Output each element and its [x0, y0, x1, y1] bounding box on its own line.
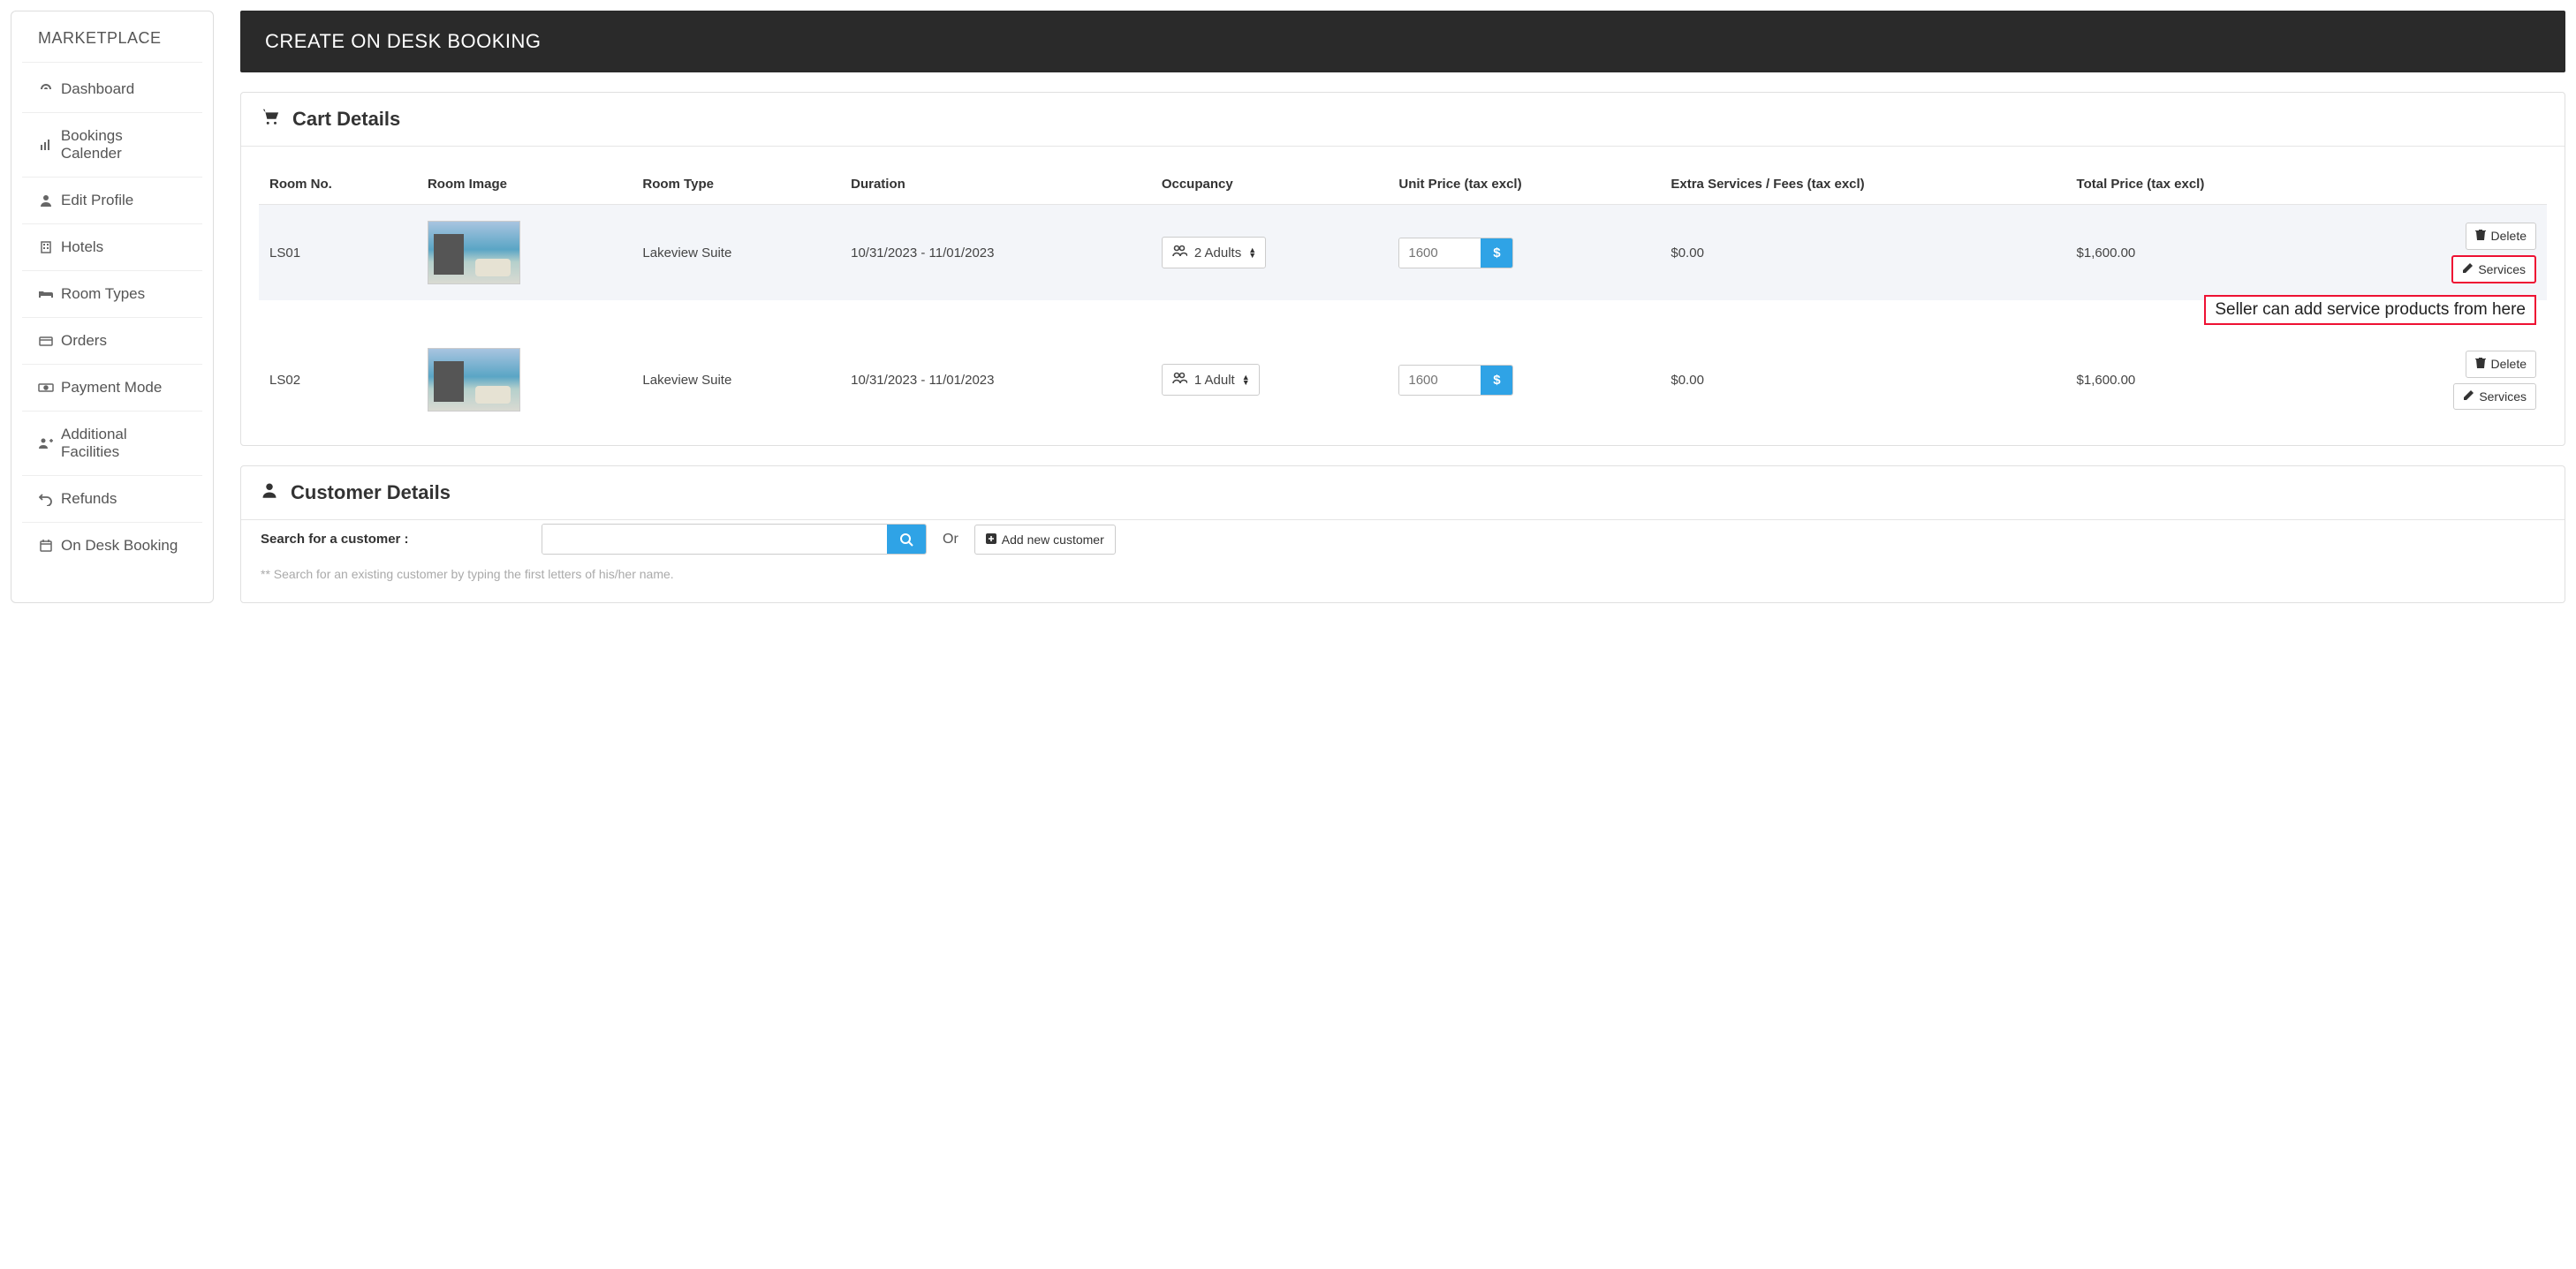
- cell-extra: $0.00: [1660, 205, 2065, 301]
- unit-price-input-group: $: [1398, 238, 1513, 268]
- search-button[interactable]: [887, 525, 926, 554]
- pencil-icon: [2462, 262, 2473, 276]
- annotation-row: Seller can add service products from her…: [259, 300, 2547, 332]
- cell-extra: $0.00: [1660, 332, 2065, 427]
- sidebar-item-label: Edit Profile: [61, 192, 133, 209]
- col-room-image: Room Image: [417, 164, 632, 205]
- sidebar-item-label: On Desk Booking: [61, 537, 178, 555]
- plus-square-icon: [986, 533, 996, 547]
- unit-price-input-group: $: [1398, 365, 1513, 396]
- customer-title: Customer Details: [291, 481, 451, 504]
- money-icon: [38, 380, 54, 396]
- calendar-icon: [38, 538, 54, 554]
- sort-icon: ▲▼: [1248, 247, 1256, 258]
- room-image: [428, 221, 520, 284]
- cell-room-type: Lakeview Suite: [632, 332, 840, 427]
- dashboard-icon: [38, 81, 54, 97]
- sidebar-item-dashboard[interactable]: Dashboard: [22, 66, 202, 113]
- sidebar: MARKETPLACE Dashboard Bookings Calender …: [11, 11, 214, 603]
- sidebar-item-edit-profile[interactable]: Edit Profile: [22, 178, 202, 224]
- col-room-type: Room Type: [632, 164, 840, 205]
- sidebar-item-on-desk-booking[interactable]: On Desk Booking: [22, 523, 202, 569]
- services-button[interactable]: Services: [2453, 383, 2536, 410]
- delete-button[interactable]: Delete: [2466, 223, 2536, 250]
- cell-room-type: Lakeview Suite: [632, 205, 840, 301]
- sidebar-item-label: Hotels: [61, 238, 103, 256]
- col-total: Total Price (tax excl): [2066, 164, 2348, 205]
- add-new-customer-button[interactable]: Add new customer: [974, 525, 1116, 555]
- col-duration: Duration: [840, 164, 1151, 205]
- undo-icon: [38, 491, 54, 507]
- sidebar-item-label: Dashboard: [61, 80, 134, 98]
- cell-duration: 10/31/2023 - 11/01/2023: [840, 205, 1151, 301]
- bed-icon: [38, 286, 54, 302]
- cell-total: $1,600.00: [2066, 205, 2348, 301]
- sort-icon: ▲▼: [1242, 374, 1250, 385]
- main-content: CREATE ON DESK BOOKING Cart Details Room…: [240, 11, 2565, 603]
- col-occupancy: Occupancy: [1151, 164, 1389, 205]
- customer-panel-header: Customer Details: [241, 466, 2565, 520]
- card-icon: [38, 333, 54, 349]
- sidebar-title: MARKETPLACE: [22, 19, 202, 63]
- occupancy-value: 2 Adults: [1194, 245, 1241, 261]
- occupancy-icon: [1171, 371, 1187, 389]
- or-text: Or: [943, 532, 958, 548]
- user-icon: [38, 193, 54, 208]
- cell-room-no: LS01: [259, 205, 417, 301]
- sidebar-item-label: Additional Facilities: [61, 426, 186, 461]
- col-extra: Extra Services / Fees (tax excl): [1660, 164, 2065, 205]
- room-image: [428, 348, 520, 412]
- user-icon: [261, 480, 278, 505]
- table-row: LS01 Lakeview Suite 10/31/2023 - 11/01/2…: [259, 205, 2547, 301]
- sidebar-item-label: Refunds: [61, 490, 117, 508]
- chart-icon: [38, 137, 54, 153]
- currency-addon[interactable]: $: [1481, 238, 1512, 268]
- trash-icon: [2475, 229, 2486, 244]
- currency-addon[interactable]: $: [1481, 366, 1512, 395]
- trash-icon: [2475, 357, 2486, 372]
- pencil-icon: [2463, 389, 2474, 404]
- occupancy-icon: [1171, 244, 1187, 261]
- cart-panel: Cart Details Room No. Room Image Room Ty…: [240, 92, 2565, 446]
- sidebar-item-additional-facilities[interactable]: Additional Facilities: [22, 412, 202, 476]
- sidebar-item-refunds[interactable]: Refunds: [22, 476, 202, 523]
- col-room-no: Room No.: [259, 164, 417, 205]
- sidebar-item-label: Payment Mode: [61, 379, 162, 397]
- users-plus-icon: [38, 435, 54, 451]
- occupancy-select[interactable]: 1 Adult ▲▼: [1162, 364, 1260, 396]
- sidebar-item-hotels[interactable]: Hotels: [22, 224, 202, 271]
- delete-button[interactable]: Delete: [2466, 351, 2536, 378]
- customer-panel: Customer Details Search for a customer :…: [240, 465, 2565, 603]
- building-icon: [38, 239, 54, 255]
- cell-duration: 10/31/2023 - 11/01/2023: [840, 332, 1151, 427]
- unit-price-input[interactable]: [1399, 238, 1481, 268]
- page-title: CREATE ON DESK BOOKING: [240, 11, 2565, 72]
- sidebar-item-label: Orders: [61, 332, 107, 350]
- cart-icon: [261, 107, 280, 132]
- sidebar-item-orders[interactable]: Orders: [22, 318, 202, 365]
- search-hint: ** Search for an existing customer by ty…: [261, 567, 2545, 581]
- cart-panel-header: Cart Details: [241, 93, 2565, 147]
- sidebar-item-label: Room Types: [61, 285, 145, 303]
- col-unit-price: Unit Price (tax excl): [1388, 164, 1660, 205]
- occupancy-value: 1 Adult: [1194, 373, 1235, 388]
- unit-price-input[interactable]: [1399, 366, 1481, 395]
- search-customer-label: Search for a customer :: [261, 532, 526, 547]
- cart-title: Cart Details: [292, 108, 400, 131]
- cart-table: Room No. Room Image Room Type Duration O…: [259, 164, 2547, 427]
- table-row: LS02 Lakeview Suite 10/31/2023 - 11/01/2…: [259, 332, 2547, 427]
- sidebar-item-bookings-calendar[interactable]: Bookings Calender: [22, 113, 202, 178]
- search-customer-input[interactable]: [542, 525, 887, 554]
- search-customer-group: [542, 524, 927, 555]
- services-button[interactable]: Services: [2451, 255, 2536, 283]
- sidebar-item-room-types[interactable]: Room Types: [22, 271, 202, 318]
- cell-total: $1,600.00: [2066, 332, 2348, 427]
- cell-room-no: LS02: [259, 332, 417, 427]
- sidebar-item-label: Bookings Calender: [61, 127, 186, 162]
- occupancy-select[interactable]: 2 Adults ▲▼: [1162, 237, 1266, 268]
- sidebar-item-payment-mode[interactable]: Payment Mode: [22, 365, 202, 412]
- annotation-box: Seller can add service products from her…: [2204, 295, 2536, 325]
